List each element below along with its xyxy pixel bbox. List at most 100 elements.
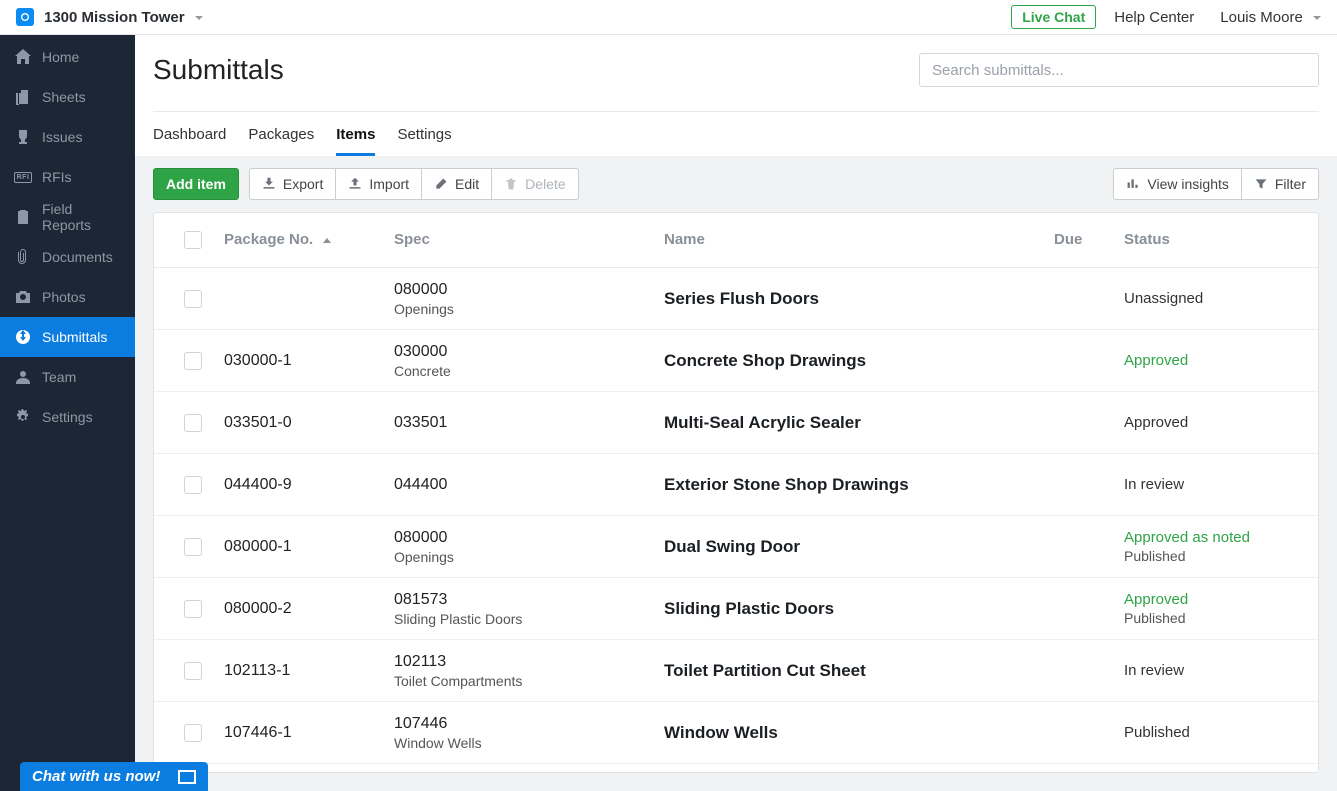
add-item-button[interactable]: Add item	[153, 168, 239, 200]
column-label: Package No.	[224, 231, 313, 248]
spec-code: 081573	[394, 591, 654, 609]
sidebar-item-home[interactable]: Home	[0, 37, 135, 77]
package-no-cell: 033501-0	[224, 414, 394, 432]
user-menu-dropdown[interactable]: Louis Moore	[1220, 9, 1321, 26]
table-row[interactable]: 102113-1102113Toilet CompartmentsToilet …	[154, 640, 1318, 702]
sidebar-item-sheets[interactable]: Sheets	[0, 77, 135, 117]
help-center-link[interactable]: Help Center	[1114, 9, 1194, 26]
chat-widget[interactable]: Chat with us now!	[20, 762, 208, 791]
sidebar-item-label: Field Reports	[42, 201, 121, 233]
status-text: Approved as noted	[1124, 529, 1308, 546]
table-row[interactable]: 107446-1107446 Window Wells Window Wells Pu…	[154, 702, 1318, 764]
row-checkbox[interactable]	[184, 414, 202, 432]
sidebar-item-label: Sheets	[42, 89, 86, 105]
sheets-icon	[14, 88, 32, 106]
view-insights-button[interactable]: View insights	[1113, 168, 1241, 200]
status-sub: Published	[1124, 548, 1308, 564]
edit-button[interactable]: Edit	[421, 168, 492, 200]
table-row[interactable]: 033501-0033501Multi-Seal Acrylic SealerA…	[154, 392, 1318, 454]
spec-cell: 107446 Window Wells	[394, 715, 664, 751]
status-text: In review	[1124, 476, 1308, 493]
status-text: Approved	[1124, 352, 1308, 369]
rfi-icon: RFI	[14, 168, 32, 186]
user-name-text: Louis Moore	[1220, 9, 1303, 26]
camera-icon	[14, 288, 32, 306]
row-checkbox[interactable]	[184, 290, 202, 308]
export-button[interactable]: Export	[249, 168, 336, 200]
export-label: Export	[283, 176, 323, 192]
app-logo-icon	[16, 8, 34, 26]
home-icon	[14, 48, 32, 66]
project-name-dropdown[interactable]: 1300 Mission Tower	[44, 9, 203, 26]
sidebar-item-label: Documents	[42, 249, 113, 265]
status-text: Unassigned	[1124, 290, 1308, 307]
sidebar-item-documents[interactable]: Documents	[0, 237, 135, 277]
item-name-cell: Dual Swing Door	[664, 537, 1054, 557]
status-cell: Published	[1124, 724, 1318, 741]
table-row[interactable]: 044400-9044400Exterior Stone Shop Drawin…	[154, 454, 1318, 516]
column-header-name[interactable]: Name	[664, 231, 1054, 249]
spec-cell: 081573 Sliding Plastic Doors	[394, 591, 664, 627]
view-insights-label: View insights	[1147, 176, 1228, 192]
table-row[interactable]: 030000-1030000ConcreteConcrete Shop Draw…	[154, 330, 1318, 392]
sidebar-item-label: Submittals	[42, 329, 107, 345]
item-name-cell: Series Flush Doors	[664, 289, 1054, 309]
spec-name: Sliding Plastic Doors	[394, 611, 654, 627]
status-cell: Approved	[1124, 414, 1318, 431]
sidebar-item-rfis[interactable]: RFIRFIs	[0, 157, 135, 197]
sidebar-item-label: Settings	[42, 409, 93, 425]
spec-code: 080000	[394, 529, 654, 547]
column-header-package-no[interactable]: Package No.	[224, 231, 394, 249]
spec-code: 107446	[394, 715, 654, 733]
project-name-text: 1300 Mission Tower	[44, 9, 185, 26]
item-name-cell: Exterior Stone Shop Drawings	[664, 475, 1054, 495]
table-row[interactable]: 080000-1080000OpeningsDual Swing DoorApp…	[154, 516, 1318, 578]
select-all-checkbox[interactable]	[184, 231, 202, 249]
issues-icon	[14, 128, 32, 146]
sidebar-item-photos[interactable]: Photos	[0, 277, 135, 317]
package-no-cell: 107446-1	[224, 724, 394, 742]
tab-packages[interactable]: Packages	[248, 126, 314, 156]
column-header-spec[interactable]: Spec	[394, 231, 664, 249]
trash-icon	[504, 177, 518, 191]
column-header-due[interactable]: Due	[1054, 231, 1124, 249]
table-row[interactable]: 080000-2081573Sliding Plastic DoorsSlidi…	[154, 578, 1318, 640]
sidebar-item-issues[interactable]: Issues	[0, 117, 135, 157]
import-button[interactable]: Import	[335, 168, 422, 200]
spec-name: Window Wells	[394, 735, 654, 751]
select-all-cell	[154, 231, 224, 249]
table-row[interactable]: 080000OpeningsSeries Flush DoorsUnassign…	[154, 268, 1318, 330]
status-text: Approved	[1124, 414, 1308, 431]
search-input[interactable]	[919, 53, 1319, 87]
item-name-cell: Window Wells	[664, 723, 1054, 743]
status-text: Approved	[1124, 591, 1308, 608]
package-no-cell: 044400-9	[224, 476, 394, 494]
row-checkbox[interactable]	[184, 352, 202, 370]
sidebar-item-submittals[interactable]: Submittals	[0, 317, 135, 357]
sidebar-item-label: Team	[42, 369, 76, 385]
page-header: Submittals DashboardPackagesItemsSetting…	[135, 35, 1337, 156]
sidebar-item-settings[interactable]: Settings	[0, 397, 135, 437]
sidebar-item-label: Photos	[42, 289, 86, 305]
tab-dashboard[interactable]: Dashboard	[153, 126, 226, 156]
row-checkbox[interactable]	[184, 724, 202, 742]
filter-icon	[1254, 177, 1268, 191]
tab-settings[interactable]: Settings	[397, 126, 451, 156]
filter-button[interactable]: Filter	[1241, 168, 1319, 200]
tab-items[interactable]: Items	[336, 126, 375, 156]
row-checkbox[interactable]	[184, 476, 202, 494]
bar-chart-icon	[1126, 177, 1140, 191]
tabs: Dashboard Packages Items Settings	[153, 126, 1319, 156]
sidebar-item-field-reports[interactable]: Field Reports	[0, 197, 135, 237]
chat-widget-label: Chat with us now!	[32, 768, 160, 785]
row-checkbox[interactable]	[184, 600, 202, 618]
divider	[153, 111, 1319, 112]
row-checkbox[interactable]	[184, 538, 202, 556]
sidebar-item-team[interactable]: Team	[0, 357, 135, 397]
live-chat-button[interactable]: Live Chat	[1011, 5, 1096, 29]
column-header-status[interactable]: Status	[1124, 231, 1318, 249]
package-no-cell: 080000-1	[224, 538, 394, 556]
row-checkbox[interactable]	[184, 662, 202, 680]
right-button-group: View insights Filter	[1113, 168, 1319, 200]
status-text: In review	[1124, 662, 1308, 679]
